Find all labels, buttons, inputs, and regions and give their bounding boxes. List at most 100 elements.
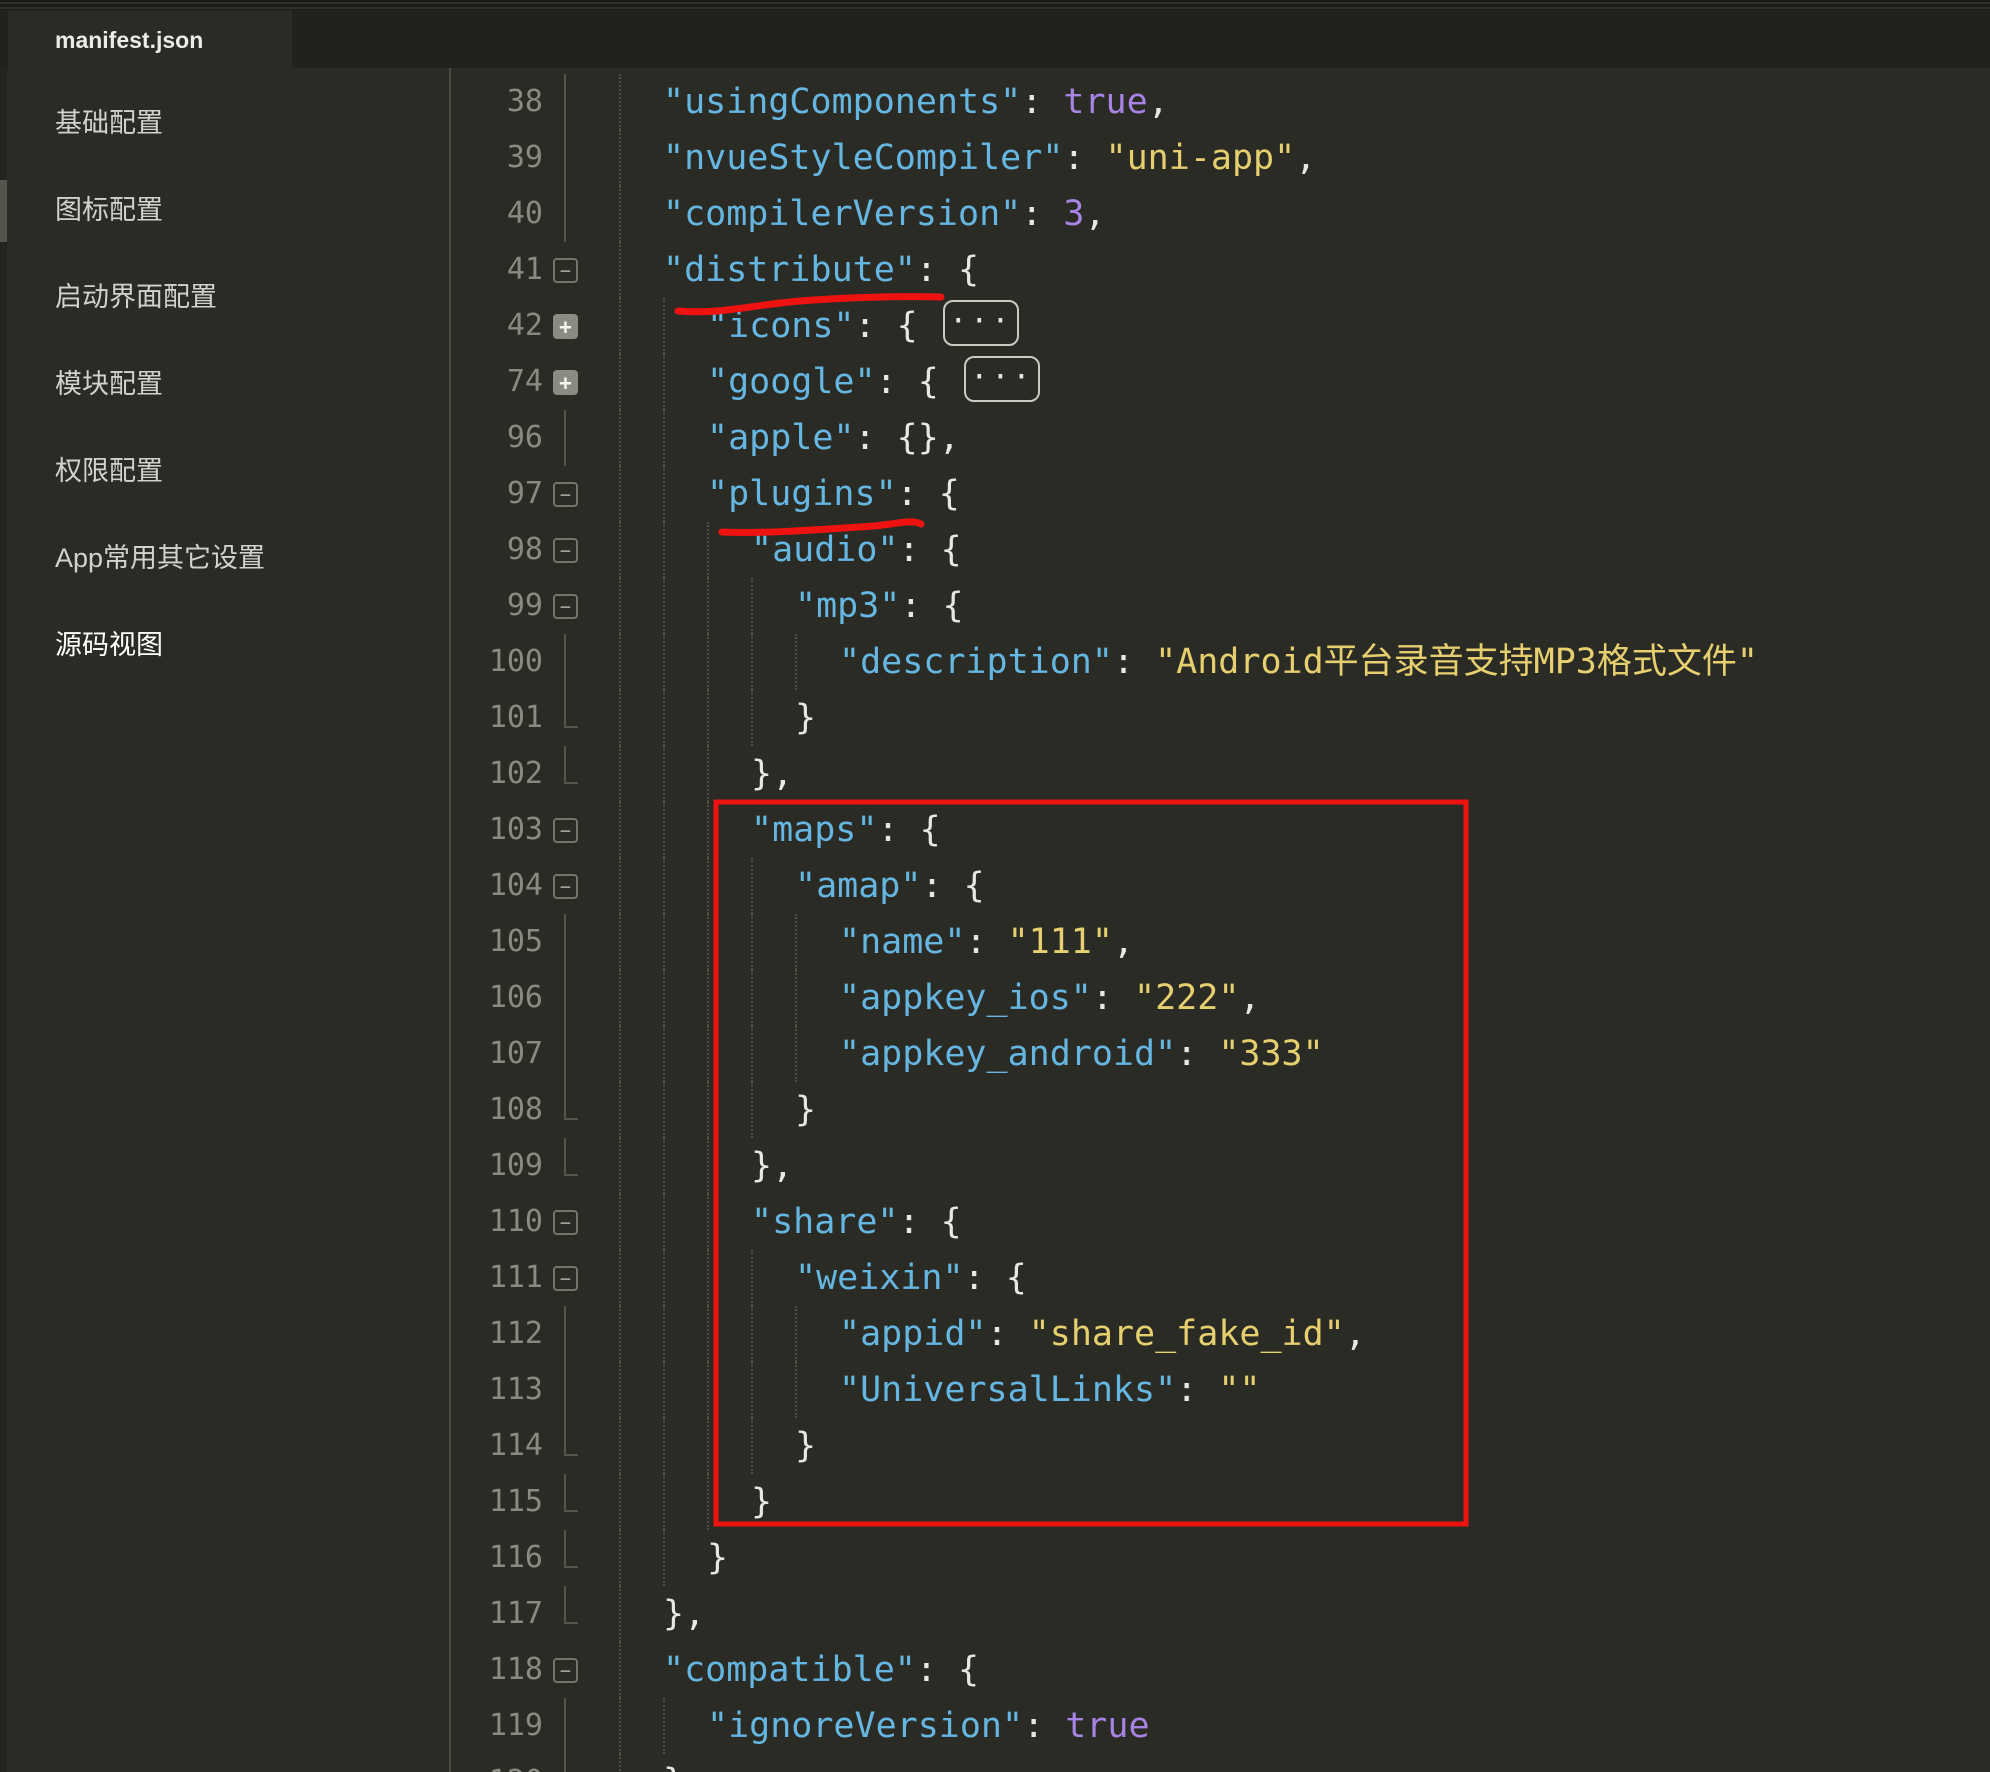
token-punc: },: [751, 1146, 793, 1186]
code-line-74[interactable]: 74+"google": { ···: [451, 354, 1990, 410]
sidebar-item-launch-screen-config[interactable]: 启动界面配置: [55, 270, 217, 324]
line-number: 98: [451, 522, 543, 578]
token-key: "compatible": [663, 1650, 916, 1690]
code-text: "maps": {: [619, 802, 941, 858]
token-key: "appkey_android": [839, 1034, 1176, 1074]
fold-collapse-icon[interactable]: −: [553, 818, 578, 843]
code-line-119[interactable]: 119"ignoreVersion": true: [451, 1698, 1990, 1754]
code-line-104[interactable]: 104− "amap": {: [451, 858, 1990, 914]
token-str: "share_fake_id": [1029, 1314, 1345, 1354]
fold-scope-line: [564, 410, 566, 466]
sidebar-item-app-other-settings[interactable]: App常用其它设置: [55, 531, 265, 585]
fold-scope-line: [564, 130, 566, 186]
line-number: 116: [451, 1530, 543, 1586]
code-line-42[interactable]: 42+"icons": { ···: [451, 298, 1990, 354]
tab-manifest-json[interactable]: manifest.json: [8, 10, 292, 68]
code-line-105[interactable]: 105"name": "111",: [451, 914, 1990, 970]
code-line-102[interactable]: 102},: [451, 746, 1990, 802]
code-line-113[interactable]: 113"UniversalLinks": "": [451, 1362, 1990, 1418]
fold-collapse-icon[interactable]: −: [553, 1658, 578, 1683]
code-line-96[interactable]: 96"apple": {},: [451, 410, 1990, 466]
fold-collapse-icon[interactable]: −: [553, 1210, 578, 1235]
fold-collapse-icon[interactable]: −: [553, 1266, 578, 1291]
code-line-120[interactable]: 120}: [451, 1754, 1990, 1772]
code-editor[interactable]: 38"usingComponents": true,39 "nvueStyleCo…: [451, 68, 1990, 1772]
code-line-109[interactable]: 109},: [451, 1138, 1990, 1194]
fold-collapse-icon[interactable]: −: [553, 482, 578, 507]
sidebar-item-icon-config[interactable]: 图标配置: [55, 183, 163, 237]
token-num: 3: [1063, 194, 1084, 234]
code-line-39[interactable]: 39"nvueStyleCompiler": "uni-app",: [451, 130, 1990, 186]
token-punc: : {: [916, 1650, 979, 1690]
token-punc: ,: [1345, 1314, 1366, 1354]
code-line-106[interactable]: 106 "appkey_ios": "222",: [451, 970, 1990, 1026]
token-punc: ,: [1084, 194, 1105, 234]
line-number: 104: [451, 858, 543, 914]
code-line-99[interactable]: 99−"mp3": {: [451, 578, 1990, 634]
code-line-116[interactable]: 116}: [451, 1530, 1990, 1586]
code-line-114[interactable]: 114}: [451, 1418, 1990, 1474]
token-key: "maps": [751, 810, 877, 850]
token-str: "uni-app": [1106, 138, 1296, 178]
token-key: "nvueStyleCompiler": [663, 138, 1063, 178]
code-line-112[interactable]: 112"appid": "share_fake_id",: [451, 1306, 1990, 1362]
line-number: 39: [451, 130, 543, 186]
tab-title: manifest.json: [55, 27, 203, 53]
code-text: "compatible": {: [619, 1642, 979, 1698]
collapsed-code-button[interactable]: ···: [943, 300, 1019, 346]
fold-expand-icon[interactable]: +: [553, 370, 578, 395]
line-number: 111: [451, 1250, 543, 1306]
code-line-111[interactable]: 111−"weixin": {: [451, 1250, 1990, 1306]
token-key: "compilerVersion": [663, 194, 1021, 234]
window-top-strip: [0, 0, 1990, 10]
collapsed-code-button[interactable]: ···: [964, 356, 1040, 402]
code-line-103[interactable]: 103−"maps": {: [451, 802, 1990, 858]
code-line-41[interactable]: 41−"distribute": {: [451, 242, 1990, 298]
fold-scope-line: [564, 690, 578, 728]
code-line-108[interactable]: 108}: [451, 1082, 1990, 1138]
line-number: 105: [451, 914, 543, 970]
token-key: "distribute": [663, 250, 916, 290]
code-line-38[interactable]: 38"usingComponents": true,: [451, 74, 1990, 130]
fold-scope-line: [564, 1530, 578, 1568]
fold-collapse-icon[interactable]: −: [553, 594, 578, 619]
code-line-98[interactable]: 98−"audio": {: [451, 522, 1990, 578]
fold-collapse-icon[interactable]: −: [553, 258, 578, 283]
token-punc: : {: [899, 530, 962, 570]
fold-scope-line: [564, 634, 566, 690]
code-line-40[interactable]: 40"compilerVersion": 3,: [451, 186, 1990, 242]
code-text: "share": {: [619, 1194, 962, 1250]
fold-collapse-icon[interactable]: −: [553, 538, 578, 563]
code-line-107[interactable]: 107"appkey_android": "333": [451, 1026, 1990, 1082]
line-number: 100: [451, 634, 543, 690]
code-text: "usingComponents": true,: [619, 74, 1169, 130]
fold-scope-line: [564, 186, 566, 242]
sidebar-item-module-config[interactable]: 模块配置: [55, 357, 163, 411]
line-number: 106: [451, 970, 543, 1026]
fold-collapse-icon[interactable]: −: [553, 874, 578, 899]
token-punc: : {: [897, 474, 960, 514]
line-number: 115: [451, 1474, 543, 1530]
code-line-110[interactable]: 110−"share": {: [451, 1194, 1990, 1250]
top-strip-line: [0, 2, 1990, 4]
token-punc: :: [1021, 82, 1063, 122]
token-punc: }: [795, 1426, 816, 1466]
sidebar-item-source-view[interactable]: 源码视图: [55, 618, 163, 672]
token-punc: : {: [876, 362, 960, 402]
code-text: "appkey_ios": "222",: [619, 970, 1260, 1026]
fold-expand-icon[interactable]: +: [553, 314, 578, 339]
code-line-115[interactable]: 115}: [451, 1474, 1990, 1530]
code-line-101[interactable]: 101}: [451, 690, 1990, 746]
sidebar-item-basic-config[interactable]: 基础配置: [55, 96, 163, 150]
line-number: 42: [451, 298, 543, 354]
token-punc: :: [1092, 978, 1134, 1018]
code-line-100[interactable]: 100"description": "Android平台录音支持MP3格式文件": [451, 634, 1990, 690]
code-text: "amap": {: [619, 858, 985, 914]
code-text: "plugins": {: [619, 466, 960, 522]
token-punc: }: [707, 1538, 728, 1578]
code-line-97[interactable]: 97−"plugins": {: [451, 466, 1990, 522]
sidebar-item-permission-config[interactable]: 权限配置: [55, 444, 163, 498]
code-line-118[interactable]: 118−"compatible": {: [451, 1642, 1990, 1698]
code-line-117[interactable]: 117},: [451, 1586, 1990, 1642]
token-punc: ,: [1113, 922, 1134, 962]
